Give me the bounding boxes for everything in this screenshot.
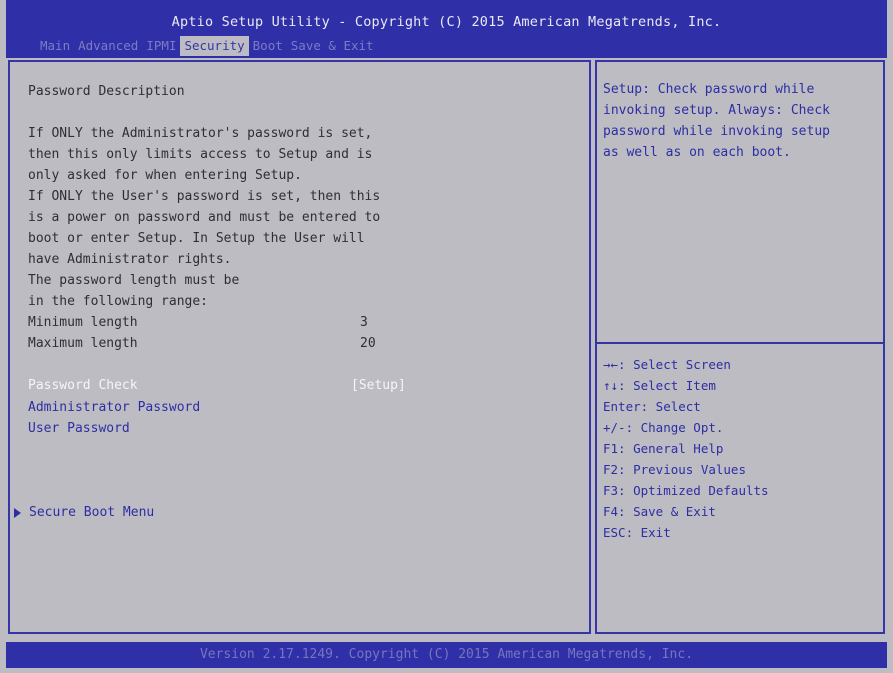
tab-bar: Main Advanced IPMI Security Boot Save & …: [36, 36, 378, 56]
help-text-line: password while invoking setup: [603, 124, 830, 139]
description-line: If ONLY the Administrator's password is …: [28, 126, 373, 141]
main-body: Password Description If ONLY the Adminis…: [6, 58, 887, 638]
help-text-line: invoking setup. Always: Check: [603, 103, 830, 118]
description-line: The password length must be: [28, 273, 240, 288]
key-hint-change-opt: +/-: Change Opt.: [603, 420, 724, 435]
max-length-value: 20: [360, 336, 376, 351]
tab-ipmi[interactable]: IPMI: [142, 36, 180, 56]
tab-save-exit[interactable]: Save & Exit: [287, 36, 378, 56]
password-check-value[interactable]: [Setup]: [351, 378, 406, 394]
version-text: Version 2.17.1249. Copyright (C) 2015 Am…: [199, 647, 694, 662]
help-divider: [597, 342, 883, 344]
tab-advanced[interactable]: Advanced: [74, 36, 142, 56]
min-length-value: 3: [360, 315, 368, 330]
key-hint-f1: F1: General Help: [603, 441, 724, 456]
help-panel: Setup: Check password while invoking set…: [595, 60, 885, 634]
footer-bar: Version 2.17.1249. Copyright (C) 2015 Am…: [6, 642, 887, 668]
description-line: is a power on password and must be enter…: [28, 210, 381, 225]
password-check-item[interactable]: Password Check: [28, 378, 138, 394]
key-hint-f2: F2: Previous Values: [603, 462, 746, 477]
key-hint-f3: F3: Optimized Defaults: [603, 483, 769, 498]
app-title: Aptio Setup Utility - Copyright (C) 2015…: [171, 14, 722, 30]
header-bar: Aptio Setup Utility - Copyright (C) 2015…: [6, 0, 887, 58]
max-length-label: Maximum length: [28, 336, 138, 351]
description-line: have Administrator rights.: [28, 252, 232, 267]
description-line: in the following range:: [28, 294, 209, 309]
help-text-line: Setup: Check password while: [603, 82, 815, 97]
description-line: then this only limits access to Setup an…: [28, 147, 373, 162]
tab-main[interactable]: Main: [36, 36, 74, 56]
settings-panel: Password Description If ONLY the Adminis…: [8, 60, 591, 634]
bios-screen: Aptio Setup Utility - Copyright (C) 2015…: [0, 0, 893, 673]
password-description-title: Password Description: [28, 84, 185, 99]
key-hint-select-screen: →←: Select Screen: [603, 357, 731, 372]
key-hint-esc: ESC: Exit: [603, 525, 671, 540]
tab-security[interactable]: Security: [180, 36, 249, 56]
submenu-arrow-icon: [14, 507, 21, 518]
secure-boot-menu-label: Secure Boot Menu: [29, 505, 155, 520]
help-text-line: as well as on each boot.: [603, 145, 791, 160]
key-hint-select-item: ↑↓: Select Item: [603, 378, 716, 393]
key-hint-f4: F4: Save & Exit: [603, 504, 716, 519]
description-line: only asked for when entering Setup.: [28, 168, 302, 183]
description-line: boot or enter Setup. In Setup the User w…: [28, 231, 365, 246]
key-hint-enter: Enter: Select: [603, 399, 701, 414]
tab-boot[interactable]: Boot: [249, 36, 287, 56]
secure-boot-menu-item[interactable]: Secure Boot Menu: [14, 505, 154, 521]
administrator-password-item[interactable]: Administrator Password: [28, 400, 200, 416]
user-password-item[interactable]: User Password: [28, 421, 130, 437]
description-line: If ONLY the User's password is set, then…: [28, 189, 381, 204]
min-length-label: Minimum length: [28, 315, 138, 330]
